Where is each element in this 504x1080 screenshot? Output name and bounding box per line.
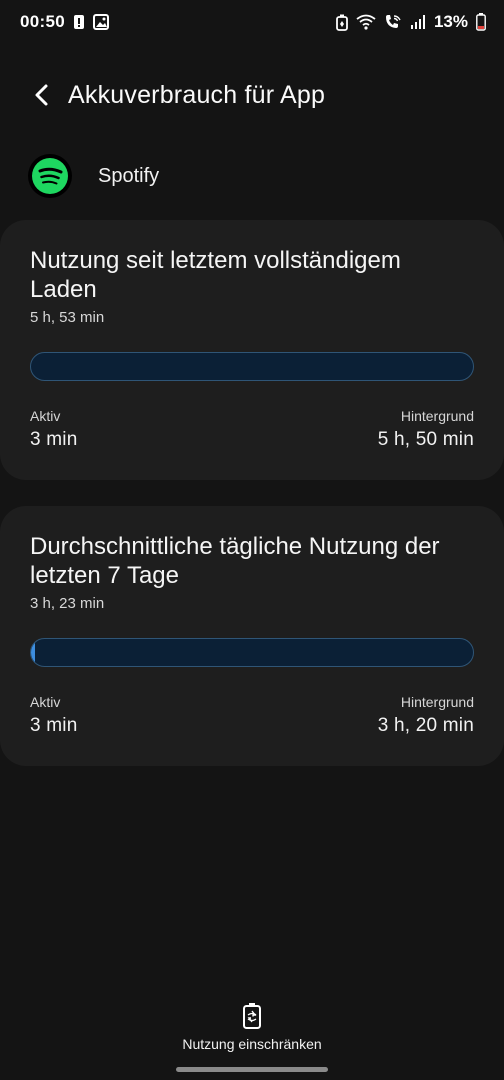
background-value: 3 h, 20 min (377, 715, 474, 736)
background-label: Hintergrund (400, 694, 474, 710)
card-total: 3 h, 23 min (30, 595, 105, 612)
battery-icon (476, 13, 486, 31)
status-bar-right: 13% (336, 12, 486, 32)
active-stat: Aktiv 3 min (30, 408, 77, 451)
background-value: 5 h, 50 min (377, 429, 474, 450)
card-total: 5 h, 53 min (30, 309, 105, 326)
status-bar: 00:50 13% (0, 0, 504, 44)
average-daily-usage-card: Durchschnittliche tägliche Nutzung der l… (0, 506, 504, 766)
screen: 00:50 13% Akkuverbrauch für App Spotify … (0, 0, 504, 1080)
page-title: Akkuverbrauch für App (68, 80, 326, 109)
back-arrow-icon (35, 84, 48, 106)
status-time: 00:50 (20, 12, 65, 31)
card-title: Nutzung seit letztem vollständigem Laden (30, 247, 401, 303)
status-bar-left: 00:50 (20, 12, 109, 32)
wifi-calling-icon (384, 14, 402, 30)
usage-bar (30, 638, 474, 667)
battery-percent: 13% (433, 12, 468, 31)
battery-saver-icon (336, 14, 348, 31)
background-stat: Hintergrund 3 h, 20 min (378, 694, 474, 737)
card-title: Durchschnittliche tägliche Nutzung der l… (30, 533, 440, 589)
back-button[interactable] (26, 75, 56, 115)
battery-restrict-icon (237, 1000, 267, 1032)
active-usage-fill (31, 639, 36, 666)
usage-since-charge-card: Nutzung seit letztem vollständigem Laden… (0, 220, 504, 480)
active-label: Aktiv (30, 694, 61, 710)
background-label: Hintergrund (400, 408, 474, 424)
usage-stats: Aktiv 3 min Hintergrund 5 h, 50 min (30, 408, 474, 451)
active-value: 3 min (30, 715, 78, 736)
home-indicator[interactable] (176, 1067, 328, 1072)
active-stat: Aktiv 3 min (30, 694, 77, 737)
restrict-usage-button[interactable]: Nutzung einschränken (0, 1000, 504, 1056)
spotify-icon (28, 154, 72, 198)
image-icon (92, 14, 109, 30)
signal-icon (410, 14, 426, 30)
restrict-usage-label: Nutzung einschränken (182, 1036, 322, 1052)
header: Akkuverbrauch für App (0, 70, 504, 120)
active-label: Aktiv (30, 408, 61, 424)
alert-icon (73, 14, 85, 30)
usage-stats: Aktiv 3 min Hintergrund 3 h, 20 min (30, 694, 474, 737)
usage-bar (30, 352, 474, 381)
app-row: Spotify (28, 152, 484, 200)
active-value: 3 min (30, 429, 78, 450)
background-stat: Hintergrund 5 h, 50 min (378, 408, 474, 451)
app-name: Spotify (98, 164, 160, 187)
wifi-icon (356, 14, 376, 30)
